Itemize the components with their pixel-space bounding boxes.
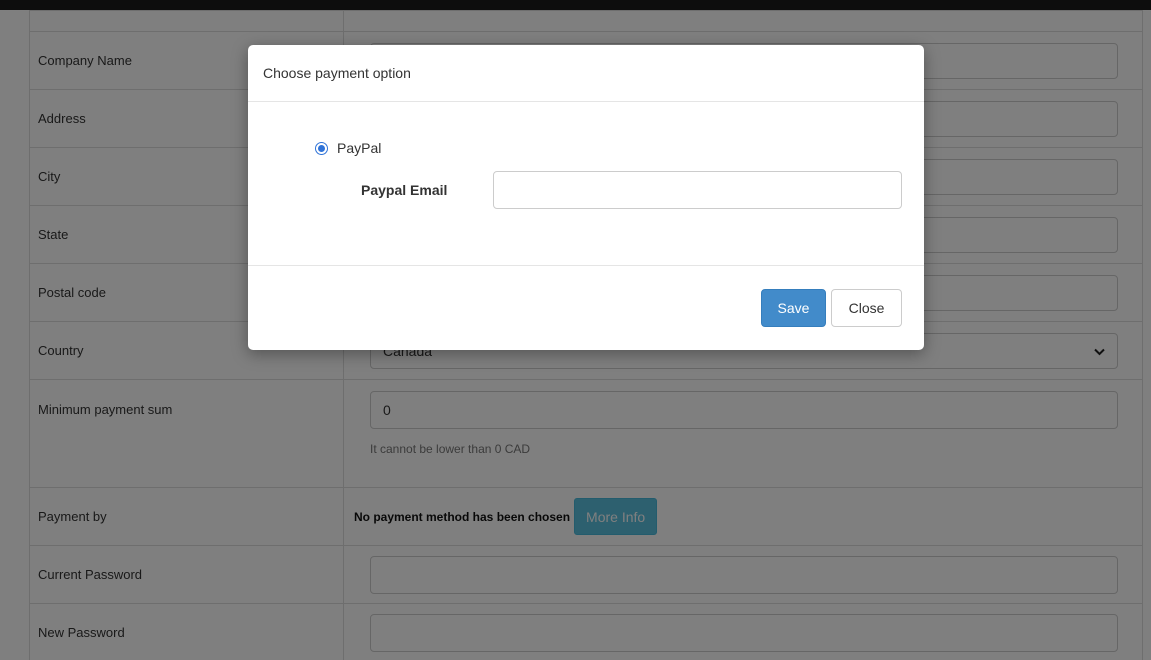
paypal-email-label: Paypal Email [361,182,448,198]
radio-selected-dot [318,144,325,152]
save-button[interactable]: Save [761,289,826,327]
paypal-email-row: Paypal Email [361,171,902,209]
paypal-radio[interactable] [315,141,328,155]
dialog-footer: Save Close [248,266,924,350]
paypal-option[interactable]: PayPal [315,140,381,156]
dialog-header: Choose payment option [248,45,924,102]
payment-option-dialog: Choose payment option PayPal Paypal Emai… [248,45,924,350]
dialog-body: PayPal Paypal Email [248,102,924,266]
page: Company Name Address City State Postal c [0,0,1151,660]
close-button[interactable]: Close [831,289,902,327]
dialog-title: Choose payment option [263,65,411,81]
paypal-email-input[interactable] [493,171,902,209]
paypal-option-label: PayPal [337,140,382,156]
